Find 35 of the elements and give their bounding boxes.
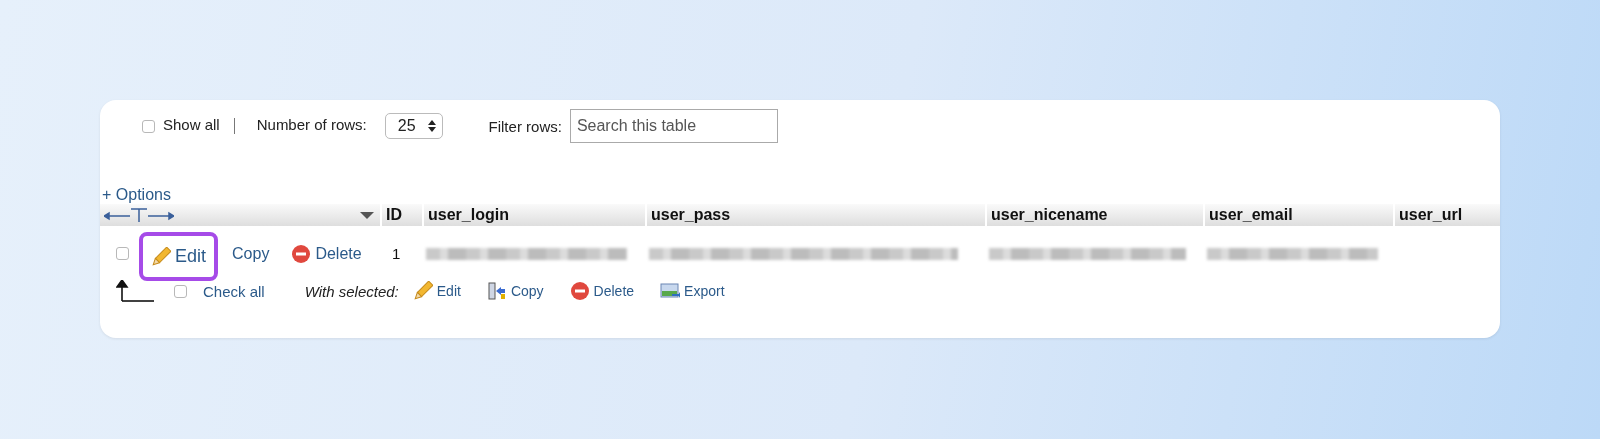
options-link[interactable]: + Options xyxy=(100,186,1500,204)
bulk-export-button[interactable]: Export xyxy=(660,281,725,301)
field-label: Number of rows: xyxy=(256,115,367,133)
column-header[interactable]: user_nicename xyxy=(985,204,1203,226)
check-all-link[interactable]: Check all xyxy=(203,282,265,300)
column-header[interactable]: user_login xyxy=(422,204,645,226)
pencil-icon xyxy=(412,281,433,301)
bulk-delete-button[interactable]: Delete xyxy=(569,281,635,301)
checkbox[interactable] xyxy=(142,119,155,133)
row-edit-link[interactable]: Edit xyxy=(139,232,219,281)
rows-select[interactable]: 25 xyxy=(384,113,443,139)
sort-caret-icon xyxy=(360,211,374,220)
column-header[interactable]: user_pass xyxy=(645,204,985,226)
row-delete-link[interactable]: Delete xyxy=(283,239,370,268)
column-header[interactable]: user_url xyxy=(1393,204,1500,226)
bulk-copy-button[interactable]: Copy xyxy=(486,281,544,301)
bulk-edit-button[interactable]: Edit xyxy=(412,281,461,301)
up-arrow-icon xyxy=(116,280,156,302)
column-header[interactable]: user_email xyxy=(1203,204,1393,226)
pencil-icon xyxy=(151,246,171,267)
export-icon xyxy=(660,281,681,301)
delete-icon xyxy=(569,281,590,301)
field-label: Filter rows: xyxy=(488,117,562,135)
checkbox[interactable] xyxy=(174,284,187,298)
stepper-icon xyxy=(427,119,436,133)
column-arrows-icon xyxy=(104,207,174,223)
search-field[interactable]: Search this table xyxy=(569,109,778,143)
table-cell-text: 1 xyxy=(391,245,401,262)
with-selected-label: With selected: xyxy=(304,282,399,300)
checkbox[interactable] xyxy=(116,247,129,260)
delete-icon xyxy=(291,243,312,264)
row-copy-link[interactable]: Copy xyxy=(224,240,278,267)
checkbox-label: Show all xyxy=(163,115,220,133)
copy-icon xyxy=(486,281,507,301)
column-header[interactable]: ID xyxy=(380,204,422,226)
